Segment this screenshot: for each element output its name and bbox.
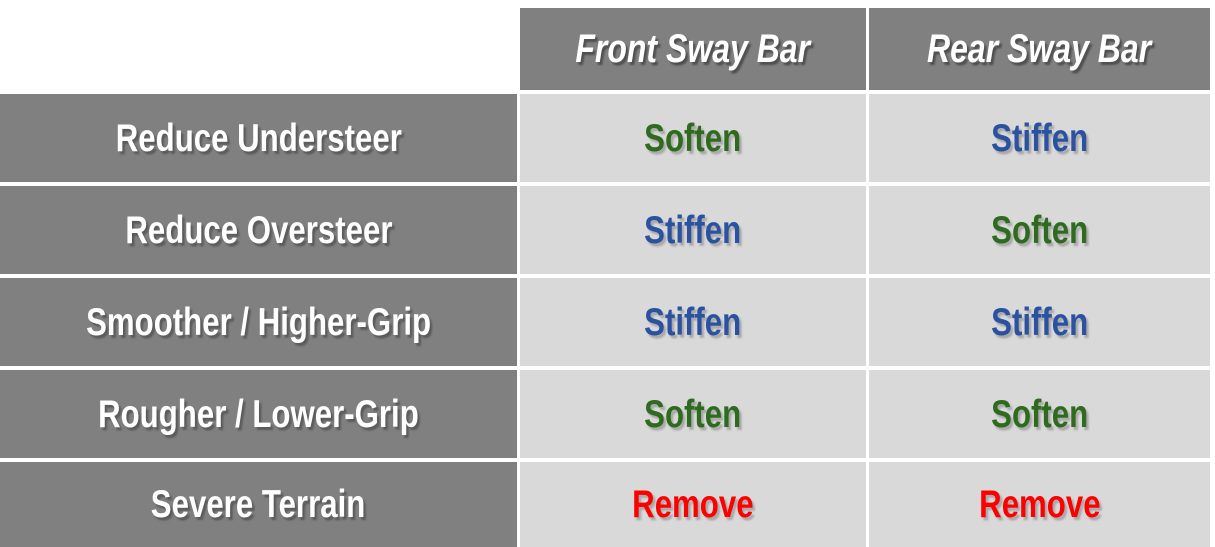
cell-smoother-higher-grip-rear-value: Stiffen [990, 300, 1089, 344]
cell-severe-terrain-rear-value: Remove [978, 483, 1101, 526]
cell-smoother-higher-grip-front: Stiffen [520, 278, 866, 366]
cell-reduce-understeer-rear-value: Stiffen [990, 116, 1089, 160]
cell-reduce-oversteer-rear: Soften [869, 186, 1210, 274]
row-header-reduce-understeer: Reduce Understeer [0, 94, 517, 182]
cell-rougher-lower-grip-rear: Soften [869, 370, 1210, 458]
row-header-smoother-higher-grip-label: Smoother / Higher-Grip [86, 300, 431, 344]
cell-rougher-lower-grip-front: Soften [520, 370, 866, 458]
column-header-front-sway-bar: Front Sway Bar [520, 8, 866, 90]
row-header-rougher-lower-grip-label: Rougher / Lower-Grip [98, 392, 419, 436]
row-header-reduce-oversteer-label: Reduce Oversteer [124, 208, 393, 252]
cell-reduce-understeer-front-value: Soften [644, 116, 742, 160]
column-header-front-sway-bar-label: Front Sway Bar [575, 27, 811, 71]
column-header-rear-sway-bar-label: Rear Sway Bar [927, 27, 1152, 71]
row-header-severe-terrain-label: Severe Terrain [151, 483, 366, 526]
cell-smoother-higher-grip-front-value: Stiffen [644, 300, 742, 344]
row-header-smoother-higher-grip: Smoother / Higher-Grip [0, 278, 517, 366]
cell-severe-terrain-front: Remove [520, 462, 866, 547]
cell-reduce-oversteer-front: Stiffen [520, 186, 866, 274]
row-header-rougher-lower-grip: Rougher / Lower-Grip [0, 370, 517, 458]
row-header-reduce-understeer-label: Reduce Understeer [115, 116, 402, 160]
cell-severe-terrain-rear: Remove [869, 462, 1210, 547]
cell-reduce-oversteer-front-value: Stiffen [644, 208, 742, 252]
row-header-reduce-oversteer: Reduce Oversteer [0, 186, 517, 274]
column-header-rear-sway-bar: Rear Sway Bar [869, 8, 1210, 90]
row-header-severe-terrain: Severe Terrain [0, 462, 517, 547]
cell-smoother-higher-grip-rear: Stiffen [869, 278, 1210, 366]
cell-reduce-understeer-front: Soften [520, 94, 866, 182]
sway-bar-tuning-table: Front Sway Bar Rear Sway Bar Reduce Unde… [0, 0, 1215, 547]
cell-rougher-lower-grip-front-value: Soften [644, 392, 742, 436]
table-corner-cell [0, 8, 517, 90]
cell-rougher-lower-grip-rear-value: Soften [990, 392, 1089, 436]
cell-reduce-oversteer-rear-value: Soften [990, 208, 1089, 252]
table-grid: Front Sway Bar Rear Sway Bar Reduce Unde… [0, 8, 1210, 547]
cell-reduce-understeer-rear: Stiffen [869, 94, 1210, 182]
cell-severe-terrain-front-value: Remove [632, 483, 754, 526]
